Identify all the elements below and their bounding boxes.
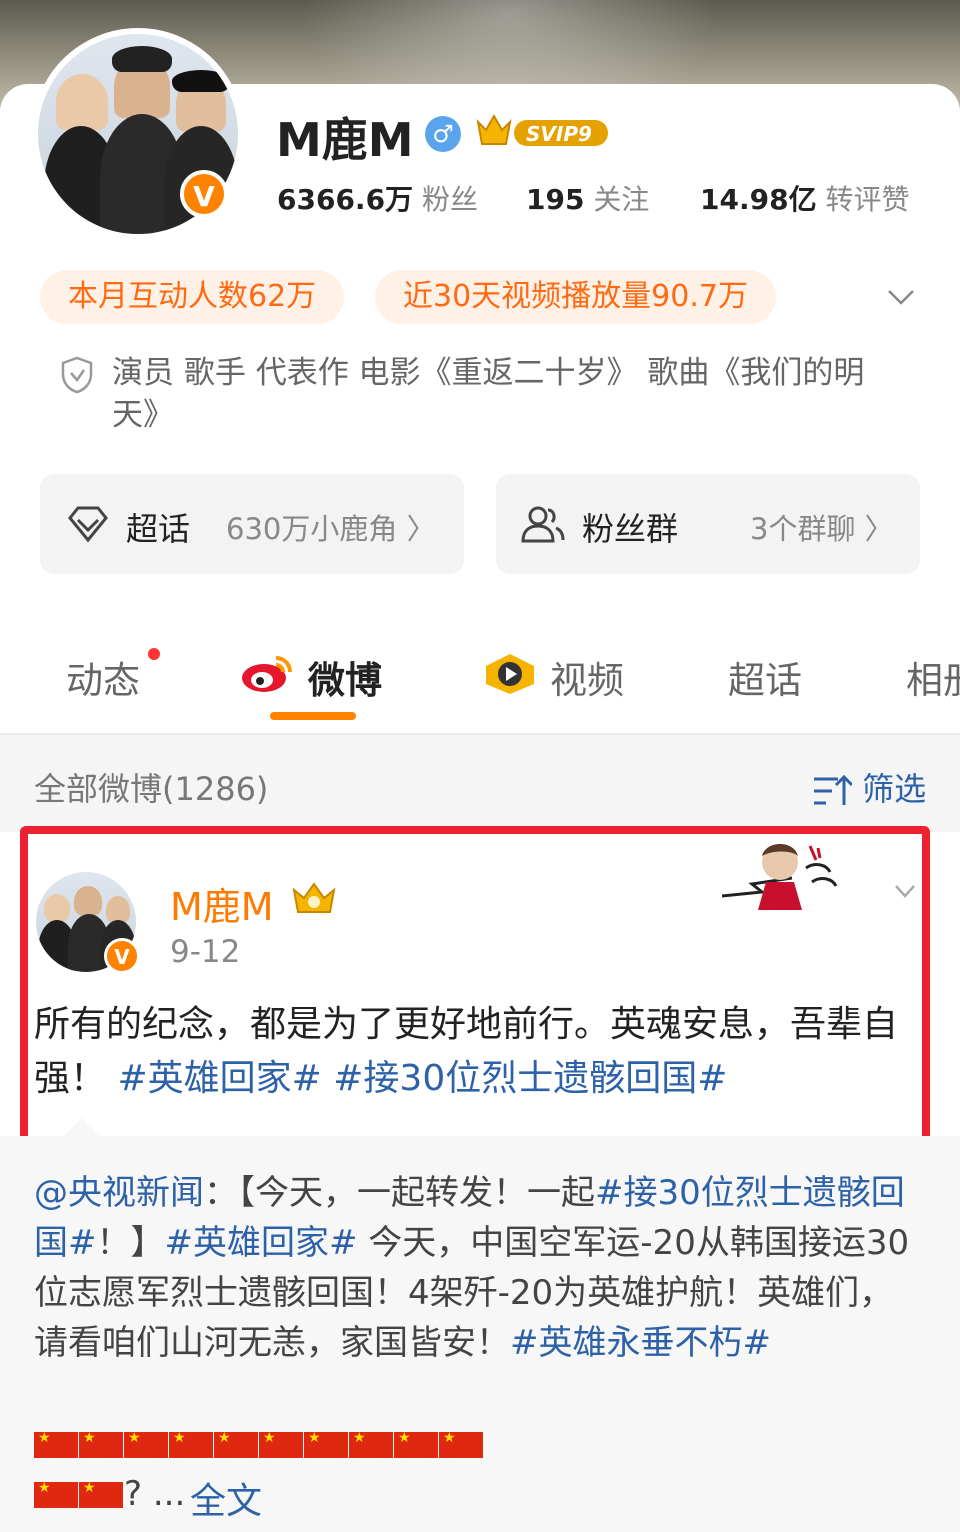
repost-content: @央视新闻：【今天，一起转发！一起#接30位烈士遗骸回国#！】#英雄回家# 今天… [34, 1168, 924, 1368]
tab-weibo[interactable]: 微博 [308, 650, 382, 704]
following-stat[interactable]: 195 关注 [526, 178, 649, 218]
fans-stat[interactable]: 6366.6万 粉丝 [277, 178, 478, 218]
video-views-pill[interactable]: 近30天视频播放量90.7万 [375, 270, 776, 324]
china-flag-icon [34, 1430, 78, 1458]
repost-text-2: ！】 [96, 1223, 165, 1263]
filter-icon [814, 774, 852, 805]
group-icon [521, 506, 565, 543]
highlight-box [20, 826, 930, 1166]
china-flag-icon [214, 1430, 258, 1458]
repost-caret [62, 1118, 102, 1138]
china-flag-icon [349, 1430, 393, 1458]
china-flag-icon [439, 1430, 483, 1458]
repost-topic-hero[interactable]: #英雄回家# [165, 1223, 358, 1263]
china-flag-icon [79, 1430, 123, 1458]
repost-text-1: ：【今天，一起转发！一起 [204, 1173, 595, 1213]
diamond-icon [68, 506, 108, 543]
interactions-count: 14.98亿 [700, 183, 817, 216]
ellipsis-text: ? ... [124, 1474, 186, 1514]
fan-group-value: 3个群聊 〉 [750, 512, 894, 546]
fan-group-label: 粉丝群 [582, 510, 679, 548]
interactions-stat[interactable]: 14.98亿 转评赞 [700, 178, 910, 218]
china-flag-row [34, 1430, 484, 1458]
active-tab-indicator [270, 712, 356, 720]
tab-supertopic[interactable]: 超话 [728, 650, 802, 704]
video-play-icon [486, 654, 534, 694]
tab-video[interactable]: 视频 [550, 650, 624, 704]
filter-label: 筛选 [862, 770, 927, 808]
svip-badge-icon[interactable]: SVIP9 [474, 112, 612, 152]
full-text-link[interactable]: 全文 [190, 1472, 262, 1524]
male-gender-icon: ♂ [425, 116, 461, 152]
china-flag-icon [34, 1480, 78, 1508]
interactions-label: 转评赞 [825, 183, 910, 216]
supertopic-label: 超话 [126, 510, 191, 548]
monthly-interaction-pill[interactable]: 本月互动人数62万 [40, 270, 345, 324]
verified-v-icon: V [180, 170, 228, 218]
supertopic-card[interactable]: 超话 630万小鹿角 〉 [40, 474, 464, 574]
fan-group-card[interactable]: 粉丝群 3个群聊 〉 [496, 474, 920, 574]
shield-icon [61, 356, 93, 394]
following-label: 关注 [593, 183, 650, 216]
svip-label: SVIP9 [526, 122, 592, 146]
mention-cctv-news[interactable]: @央视新闻 [34, 1173, 204, 1213]
tab-dynamic[interactable]: 动态 [66, 650, 140, 704]
following-count: 195 [526, 183, 585, 216]
tab-divider [0, 733, 960, 735]
chevron-down-icon[interactable] [886, 282, 916, 312]
china-flag-icon [394, 1430, 438, 1458]
china-flag-row [34, 1480, 124, 1508]
china-flag-icon [124, 1430, 168, 1458]
all-weibo-count: 全部微博(1286) [34, 770, 269, 808]
china-flag-icon [169, 1430, 213, 1458]
china-flag-icon [304, 1430, 348, 1458]
fans-label: 粉丝 [421, 183, 478, 216]
repost-topic-immortal[interactable]: #英雄永垂不朽# [510, 1323, 771, 1363]
filter-button[interactable]: 筛选 [812, 764, 926, 810]
weibo-logo-icon [242, 656, 292, 692]
profile-bio: 演员 歌手 代表作 电影《重返二十岁》 歌曲《我们的明天》 [112, 355, 865, 433]
supertopic-value: 630万小鹿角 〉 [226, 512, 436, 546]
china-flag-icon [259, 1430, 303, 1458]
profile-name: M鹿M [276, 113, 414, 167]
notification-dot [148, 648, 160, 660]
fans-count: 6366.6万 [277, 183, 414, 216]
china-flag-icon [79, 1480, 123, 1508]
tab-album[interactable]: 相册 [906, 650, 960, 704]
